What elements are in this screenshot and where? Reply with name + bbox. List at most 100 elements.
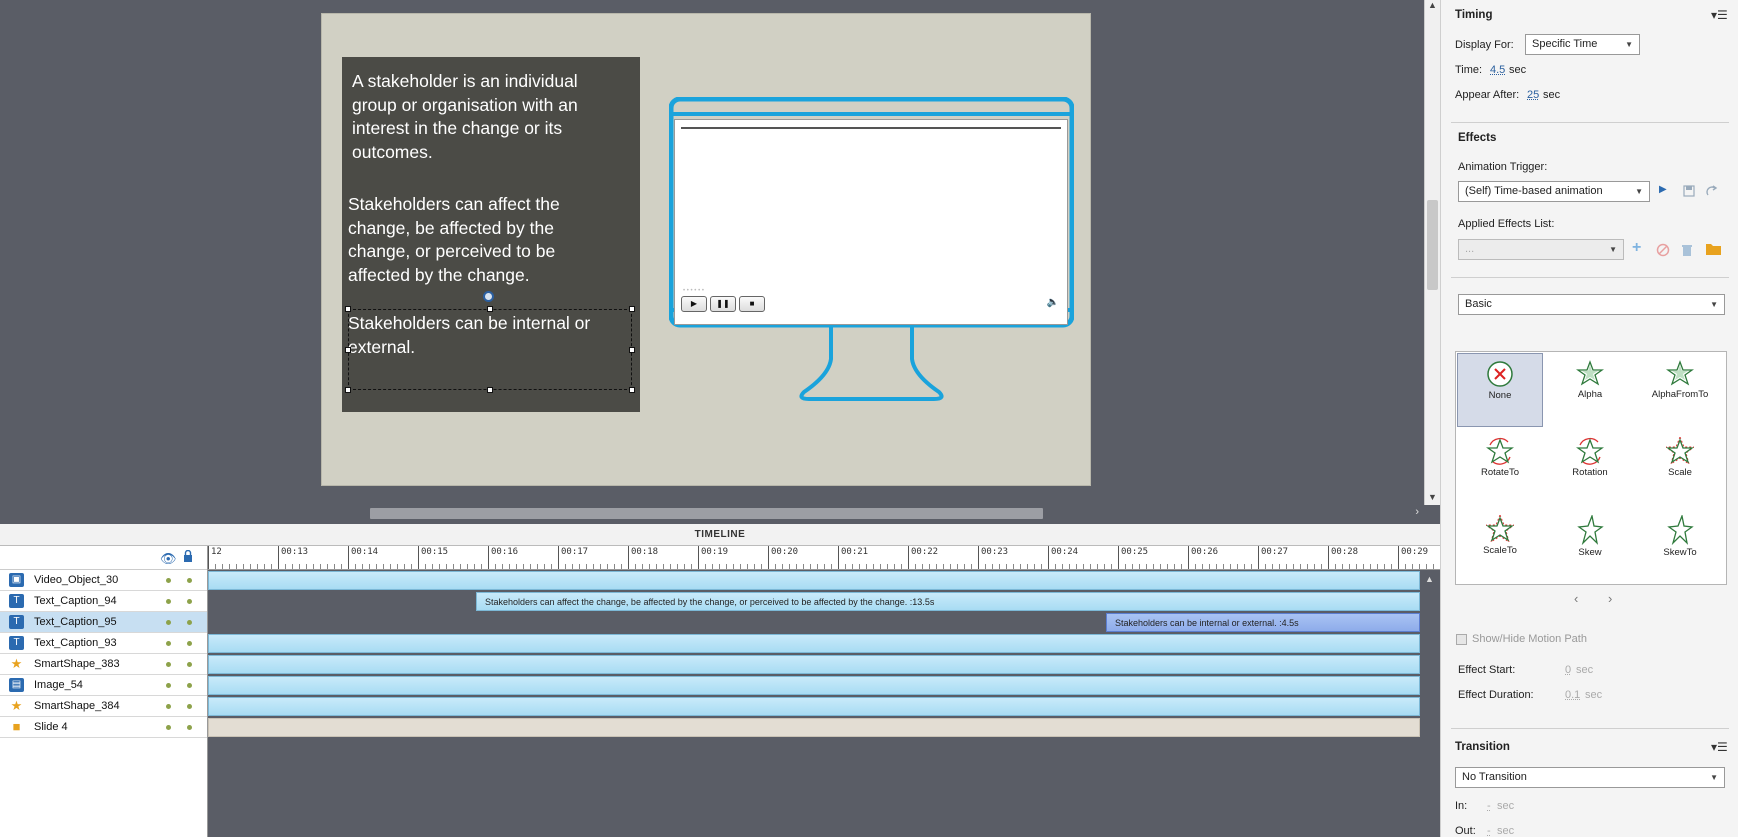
motion-path-checkbox[interactable]	[1456, 634, 1467, 645]
play-effect-icon[interactable]: ▶	[1659, 184, 1667, 195]
scroll-down-arrow[interactable]: ▼	[1428, 492, 1437, 502]
text-caption-94[interactable]: Stakeholders can affect the change, be a…	[348, 193, 628, 287]
visibility-dot[interactable]	[166, 599, 171, 604]
video-scrub-bar[interactable]	[681, 127, 1061, 129]
panel-menu-icon[interactable]: ▾☰	[1711, 8, 1728, 22]
resize-handle-nw[interactable]	[345, 306, 351, 312]
add-effect-icon[interactable]: +	[1632, 239, 1641, 257]
effects-category-select[interactable]: Basic ▼	[1458, 294, 1725, 315]
lock-dot[interactable]	[187, 578, 192, 583]
timeline-bar[interactable]	[208, 697, 1420, 716]
lock-dot[interactable]	[187, 683, 192, 688]
layer-row[interactable]: T Text_Caption_95	[0, 612, 207, 633]
stage-vscroll-thumb[interactable]	[1427, 200, 1438, 290]
timeline-bar[interactable]	[208, 655, 1420, 674]
stage-area[interactable]: A stakeholder is an individual group or …	[0, 0, 1424, 505]
effect-alpha[interactable]: Alpha	[1547, 353, 1633, 427]
lock-dot[interactable]	[187, 725, 192, 730]
layer-row[interactable]: ▤ Image_54	[0, 675, 207, 696]
visibility-dot[interactable]	[166, 641, 171, 646]
scroll-up-arrow[interactable]: ▲	[1428, 0, 1437, 10]
timeline-bar[interactable]	[208, 718, 1420, 737]
resize-handle-s[interactable]	[487, 387, 493, 393]
lock-dot[interactable]	[187, 620, 192, 625]
effect-duration-value[interactable]: 0.1	[1565, 689, 1580, 701]
timeline-bar[interactable]	[208, 571, 1420, 590]
effect-rotateto[interactable]: RotateTo	[1457, 431, 1543, 505]
ruler-minor-tick	[453, 564, 454, 569]
scroll-up-arrow[interactable]: ▲	[1425, 574, 1434, 584]
resize-handle-w[interactable]	[345, 347, 351, 353]
visibility-dot[interactable]	[166, 725, 171, 730]
visibility-dot[interactable]	[166, 662, 171, 667]
timeline-bar[interactable]	[208, 676, 1420, 695]
time-value[interactable]: 4.5	[1490, 64, 1505, 76]
effect-alphafromto[interactable]: AlphaFromTo	[1637, 353, 1723, 427]
layer-row[interactable]: ▣ Video_Object_30	[0, 570, 207, 591]
transition-menu-icon[interactable]: ▾☰	[1711, 740, 1728, 754]
effect-rotation[interactable]: Rotation	[1547, 431, 1633, 505]
layer-row[interactable]: ★ SmartShape_384	[0, 696, 207, 717]
lock-dot[interactable]	[187, 599, 192, 604]
rotation-handle[interactable]	[483, 291, 494, 302]
layer-row[interactable]: ■ Slide 4	[0, 717, 207, 738]
effect-start-value[interactable]: 0	[1565, 664, 1571, 676]
pause-button[interactable]: ❚❚	[710, 296, 736, 312]
timeline-vertical-scrollbar[interactable]: ▲	[1420, 570, 1440, 837]
timeline-ruler[interactable]: 12 00:13 00:14 00:15 00:16 00:17 00:18 00:19 00:…	[208, 546, 1440, 570]
visibility-dot[interactable]	[166, 578, 171, 583]
play-button[interactable]: ▶	[681, 296, 707, 312]
layer-row[interactable]: T Text_Caption_93	[0, 633, 207, 654]
effects-prev-button[interactable]: ‹	[1574, 591, 1578, 606]
stop-button[interactable]: ■	[739, 296, 765, 312]
applied-effects-select[interactable]: ... ▼	[1458, 239, 1624, 260]
effect-scale[interactable]: Scale	[1637, 431, 1723, 505]
resize-handle-e[interactable]	[629, 347, 635, 353]
folder-icon[interactable]	[1705, 241, 1722, 256]
animation-trigger-select[interactable]: (Self) Time-based animation ▼	[1458, 181, 1650, 202]
redo-effect-icon[interactable]	[1706, 185, 1718, 197]
effect-none[interactable]: None	[1457, 353, 1543, 427]
resize-handle-sw[interactable]	[345, 387, 351, 393]
text-caption-93[interactable]: A stakeholder is an individual group or …	[352, 70, 622, 164]
display-for-select[interactable]: Specific Time ▼	[1525, 34, 1640, 55]
resize-handle-ne[interactable]	[629, 306, 635, 312]
resize-handle-n[interactable]	[487, 306, 493, 312]
layer-row[interactable]: ★ SmartShape_383	[0, 654, 207, 675]
timeline-bar[interactable]: Stakeholders can be internal or external…	[1106, 613, 1420, 632]
visibility-dot[interactable]	[166, 704, 171, 709]
lock-icon[interactable]	[183, 550, 193, 562]
slide-canvas[interactable]: A stakeholder is an individual group or …	[321, 13, 1091, 486]
transition-out-value[interactable]: -	[1487, 825, 1491, 837]
disable-effect-icon[interactable]	[1656, 243, 1670, 257]
effect-skewto[interactable]: SkewTo	[1637, 509, 1723, 583]
lock-dot[interactable]	[187, 704, 192, 709]
save-effect-icon[interactable]	[1683, 185, 1695, 197]
visibility-dot[interactable]	[166, 620, 171, 625]
effect-scaleto[interactable]: ScaleTo	[1457, 509, 1543, 583]
timeline-bar[interactable]: Stakeholders can affect the change, be a…	[476, 592, 1420, 611]
volume-icon[interactable]: 🔈	[1047, 297, 1059, 308]
layer-row[interactable]: T Text_Caption_94	[0, 591, 207, 612]
video-object-30[interactable]: • • • • • • ▶ ❚❚ ■ 🔈	[674, 119, 1068, 325]
delete-effect-icon[interactable]	[1681, 243, 1693, 257]
effects-next-button[interactable]: ›	[1608, 591, 1612, 606]
stage-horizontal-scrollbar[interactable]: ›	[0, 505, 1424, 521]
eye-icon[interactable]: 👁	[160, 551, 177, 567]
lock-dot[interactable]	[187, 662, 192, 667]
resize-handle-se[interactable]	[629, 387, 635, 393]
visibility-dot[interactable]	[166, 683, 171, 688]
transition-select[interactable]: No Transition ▼	[1455, 767, 1725, 788]
transition-in-value[interactable]: -	[1487, 800, 1491, 812]
selection-box[interactable]	[345, 306, 635, 393]
stage-hscroll-thumb[interactable]	[370, 508, 1043, 519]
time-label: Time:	[1455, 64, 1483, 76]
appear-after-value[interactable]: 25	[1527, 89, 1539, 101]
effect-skew[interactable]: Skew	[1547, 509, 1633, 583]
scroll-right-arrow[interactable]: ›	[1415, 506, 1419, 518]
stage-vertical-scrollbar[interactable]: ▲ ▼	[1424, 0, 1440, 505]
timeline-track-area[interactable]: 12 00:13 00:14 00:15 00:16 00:17 00:18 00:19 00:…	[208, 546, 1440, 837]
ruler-minor-tick	[845, 564, 846, 569]
timeline-bar[interactable]	[208, 634, 1420, 653]
lock-dot[interactable]	[187, 641, 192, 646]
